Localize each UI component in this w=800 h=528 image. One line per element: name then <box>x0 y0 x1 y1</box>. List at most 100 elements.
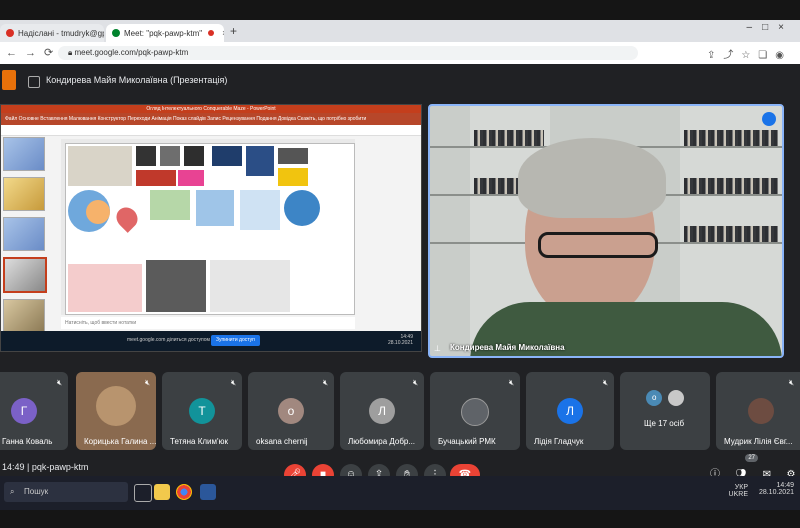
tab-meet[interactable]: Meet: "pqk-pawp-ktm" × <box>106 24 224 42</box>
task-view-icon[interactable] <box>134 484 152 502</box>
window-controls[interactable]: –□× <box>747 22 794 33</box>
collage-tile <box>136 170 176 186</box>
participant-tile[interactable]: 🔇︎ Корицька Галина ... <box>76 372 156 450</box>
windows-statusbar: meet.google.com ділиться доступом до ваш… <box>1 331 421 351</box>
tab-label: Надіслані - tmudryk@gppc.edu. <box>18 28 104 38</box>
extension-icons[interactable]: ⇪⤴☆❏◉ <box>707 46 792 61</box>
books <box>474 130 544 146</box>
slide-thumb-selected <box>3 257 47 293</box>
meeting-code: pqk-pawp-ktm <box>31 462 89 472</box>
meet-header: Кондирева Майя Миколаївна (Презентація) <box>0 64 800 100</box>
nav-buttons[interactable]: ←→⟳ <box>6 46 61 59</box>
presentation-view: Огляд Інтелектуального Conquerable Maze … <box>0 104 422 352</box>
collage-tile <box>212 146 242 166</box>
avatar: Л <box>557 398 583 424</box>
collage-tile <box>210 260 290 312</box>
speaker-hair <box>518 138 666 218</box>
slide-thumb <box>3 217 45 251</box>
slide-collage-image <box>65 143 355 315</box>
more-participants-tile[interactable]: o Ще 17 осіб <box>620 372 710 450</box>
collage-tile <box>184 146 204 166</box>
collapse-button[interactable] <box>2 70 16 90</box>
mic-off-icon: 🔇︎ <box>602 378 608 387</box>
participant-name: Бучацький РМК <box>438 437 496 446</box>
participant-tile[interactable]: Л 🔇︎ Лідія Гладчук <box>526 372 614 450</box>
participant-tile[interactable]: Г 🔇︎ Ганна Коваль <box>0 372 68 450</box>
books <box>684 226 778 242</box>
word-icon[interactable] <box>200 484 216 500</box>
participant-tile[interactable]: Л 🔇︎ Любомира Добр... <box>340 372 424 450</box>
language-indicator[interactable]: УКР UKRE <box>729 484 748 498</box>
search-placeholder: Пошук <box>24 487 49 496</box>
tab-gmail[interactable]: Надіслані - tmudryk@gppc.edu. × <box>0 24 104 42</box>
collage-tile <box>86 200 110 224</box>
tab-strip: Надіслані - tmudryk@gppc.edu. × Meet: "p… <box>0 20 800 42</box>
participant-name: oksana chernij <box>256 437 308 446</box>
avatar: Г <box>11 398 37 424</box>
participant-count-badge: 27 <box>745 454 758 462</box>
speaker-name: Кондирева Майя Миколаївна <box>450 343 565 352</box>
mic-off-icon: 🔇︎ <box>56 378 62 387</box>
collage-tile <box>68 264 142 312</box>
close-icon[interactable]: × <box>218 28 224 38</box>
collage-tile <box>278 148 308 164</box>
chrome-icon[interactable] <box>176 484 192 500</box>
collage-tile <box>278 168 308 186</box>
books <box>684 130 778 146</box>
avatar <box>461 398 489 426</box>
windows-taskbar: ⌕ Пошук УКР UKRE 14:49 28.10.2021 <box>0 476 800 510</box>
speaking-indicator-icon <box>762 112 776 126</box>
tray-time: 14:49 <box>776 482 794 489</box>
avatar <box>96 386 136 426</box>
meeting-time: 14:49 <box>2 462 25 472</box>
collage-tile <box>150 190 190 220</box>
participant-name: Тетяна Клим'юк <box>170 437 229 446</box>
slide-thumb <box>3 177 45 211</box>
meet-icon <box>112 29 120 37</box>
meeting-info: 14:49 | pqk-pawp-ktm <box>2 462 89 472</box>
ppt-title-bar: Огляд Інтелектуального Conquerable Maze … <box>1 105 421 113</box>
collage-tile <box>160 146 180 166</box>
participant-name: Мудрик Лілія Євг... <box>724 437 793 446</box>
presenter-title: Кондирева Майя Миколаївна (Презентація) <box>46 75 228 85</box>
taskbar-search[interactable]: ⌕ Пошук <box>4 482 128 502</box>
new-tab-button[interactable]: + <box>230 24 237 38</box>
file-explorer-icon[interactable] <box>154 484 170 500</box>
collage-tile <box>178 170 204 186</box>
slide-thumb <box>3 299 45 333</box>
participant-tile[interactable]: 🔇︎ Мудрик Лілія Євг... <box>716 372 800 450</box>
gmail-icon <box>6 29 14 37</box>
notes-pane[interactable]: Натисніть, щоб ввести нотатки <box>61 317 355 329</box>
recording-icon <box>208 30 215 36</box>
mic-off-icon: 🔇︎ <box>230 378 236 387</box>
avatar: Т <box>189 398 215 424</box>
tray-date: 28.10.2021 <box>758 489 794 496</box>
ppt-ribbon: Файл Основне Вставлення Малювання Констр… <box>1 113 421 125</box>
tab-label: Meet: "pqk-pawp-ktm" <box>124 28 203 38</box>
ppt-toolbar <box>1 125 421 136</box>
slide-clock-date: 28.10.2021 <box>387 340 413 346</box>
participant-tile[interactable]: o 🔇︎ oksana chernij <box>248 372 334 450</box>
mic-off-icon: 🔇︎ <box>144 378 150 387</box>
pin-icon[interactable]: ⊥ <box>434 344 441 353</box>
stop-sharing-button[interactable]: Зупинити доступ <box>211 335 260 346</box>
slide-thumbnails <box>3 137 47 343</box>
collage-tile <box>284 190 320 226</box>
avatar: Л <box>369 398 395 424</box>
avatar: o <box>278 398 304 424</box>
participant-name: Любомира Добр... <box>348 437 416 446</box>
collage-tile <box>68 146 132 186</box>
collage-tile <box>246 146 274 176</box>
url-field[interactable]: 🔒︎ meet.google.com/pqk-pawp-ktm <box>58 46 638 60</box>
collage-tile <box>196 190 234 226</box>
collage-tile <box>112 203 142 233</box>
monitor: Надіслані - tmudryk@gppc.edu. × Meet: "p… <box>0 0 800 528</box>
speaker-video-tile[interactable]: ⊥ Кондирева Майя Миколаївна <box>428 104 784 358</box>
participant-tile[interactable]: 🔇︎ Бучацький РМК <box>430 372 520 450</box>
slide-thumb <box>3 137 45 171</box>
avatar <box>748 398 774 424</box>
system-tray: УКР UKRE 14:49 28.10.2021 <box>729 482 794 498</box>
collage-tile <box>240 190 280 230</box>
mic-off-icon: 🔇︎ <box>508 378 514 387</box>
participant-tile[interactable]: Т 🔇︎ Тетяна Клим'юк <box>162 372 242 450</box>
